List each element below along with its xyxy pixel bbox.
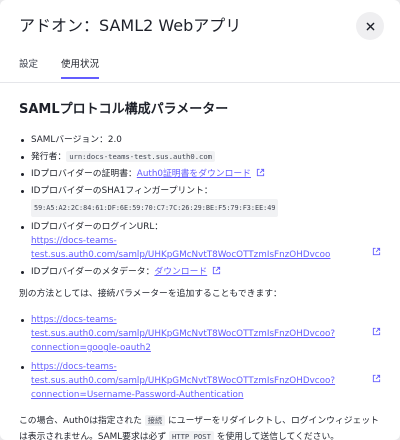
list-item-issuer: 発行者： urn:docs-teams-test.sus.auth0.com (19, 150, 381, 164)
alt-url-line1: https://docs-teams- (31, 362, 117, 372)
alt-url-google-link[interactable]: https://docs-teams-test.sus.auth0.com/sa… (31, 315, 335, 353)
login-url-line2: test.sus.auth0.com/samlp/UHKpGMcNvtT8Woc… (31, 250, 331, 260)
footer-code-http-post: HTTP POST (168, 431, 214, 440)
list-item-sha1: IDプロバイダーのSHA1フィンガープリント： 59:A5:A2:2C:84:6… (19, 184, 381, 217)
download-certificate-link[interactable]: Auth0証明書をダウンロード (137, 169, 251, 179)
tab-divider (0, 82, 400, 83)
certificate-label: IDプロバイダーの証明書： (31, 169, 137, 179)
usage-content: SAMLプロトコル構成パラメーター SAMLバージョン：2.0 発行者： urn:… (19, 100, 381, 440)
addon-modal: アドオン：SAML2 Webアプリ 設定 使用状況 SAMLプロトコル構成パラメ… (0, 0, 400, 440)
login-url-label: IDプロバイダーのログインURL： (31, 222, 164, 232)
param-list: SAMLバージョン：2.0 発行者： urn:docs-teams-test.su… (19, 133, 381, 279)
alt-url-line3: connection=google-oauth2 (31, 343, 151, 353)
external-link-icon[interactable] (372, 247, 381, 256)
section-title: SAMLプロトコル構成パラメーター (19, 102, 229, 117)
download-metadata-link[interactable]: ダウンロード (154, 267, 207, 277)
tab-settings[interactable]: 設定 (19, 52, 38, 78)
alt-url-line2: test.sus.auth0.com/samlp/UHKpGMcNvtT8Woc… (31, 329, 336, 339)
external-link-icon[interactable] (256, 168, 265, 177)
list-item-login-url: IDプロバイダーのログインURL： https://docs-teams-tes… (19, 220, 381, 262)
sha1-value: 59:A5:A2:2C:84:61:DF:6E:59:70:C7:7C:26:2… (31, 199, 279, 217)
saml-version-label: SAMLバージョン： (31, 135, 108, 145)
footer-text-1: この場合、Auth0は指定された (19, 416, 142, 426)
external-link-icon[interactable] (372, 374, 381, 383)
login-url-link[interactable]: https://docs-teams-test.sus.auth0.com/sa… (31, 236, 330, 260)
metadata-label: IDプロバイダーのメタデータ： (31, 267, 155, 277)
tab-bar: 設定 使用状況 (19, 52, 381, 79)
modal-header: アドオン：SAML2 Webアプリ (19, 12, 384, 42)
alt-url-username-link[interactable]: https://docs-teams-test.sus.auth0.com/sa… (31, 362, 335, 400)
footer-text-3: を使用して送信してください。 (216, 432, 340, 440)
list-item-alt-google: https://docs-teams-test.sus.auth0.com/sa… (19, 313, 381, 355)
list-item-metadata: IDプロバイダーのメタデータ：ダウンロード (19, 265, 381, 279)
footer-code-connection: 接続 (144, 415, 166, 426)
tab-usage[interactable]: 使用状況 (61, 52, 100, 79)
alternative-text: 別の方法としては、接続パラメーターを追加することもできます： (19, 289, 282, 299)
external-link-icon[interactable] (372, 327, 381, 336)
footer-note: この場合、Auth0は指定された 接続 にユーザーをリダイレクトし、ログインウィ… (19, 413, 381, 440)
list-item-alt-username: https://docs-teams-test.sus.auth0.com/sa… (19, 360, 381, 402)
external-link-icon[interactable] (212, 266, 221, 275)
sha1-label: IDプロバイダーのSHA1フィンガープリント： (31, 186, 213, 196)
list-item-saml-version: SAMLバージョン：2.0 (19, 133, 381, 147)
close-button[interactable] (356, 12, 384, 40)
list-item-certificate: IDプロバイダーの証明書：Auth0証明書をダウンロード (19, 167, 381, 181)
alt-url-line2: test.sus.auth0.com/samlp/UHKpGMcNvtT8Woc… (31, 376, 336, 386)
alt-url-line1: https://docs-teams- (31, 315, 117, 325)
close-icon (366, 22, 374, 30)
alt-url-line3: connection=Username-Password-Authenticat… (31, 390, 244, 400)
alt-url-list: https://docs-teams-test.sus.auth0.com/sa… (19, 313, 381, 402)
modal-title: アドオン：SAML2 Webアプリ (19, 16, 242, 35)
login-url-line1: https://docs-teams- (31, 236, 117, 246)
saml-version-value: 2.0 (107, 135, 122, 145)
issuer-label: 発行者： (31, 152, 67, 162)
issuer-value: urn:docs-teams-test.sus.auth0.com (66, 151, 216, 162)
